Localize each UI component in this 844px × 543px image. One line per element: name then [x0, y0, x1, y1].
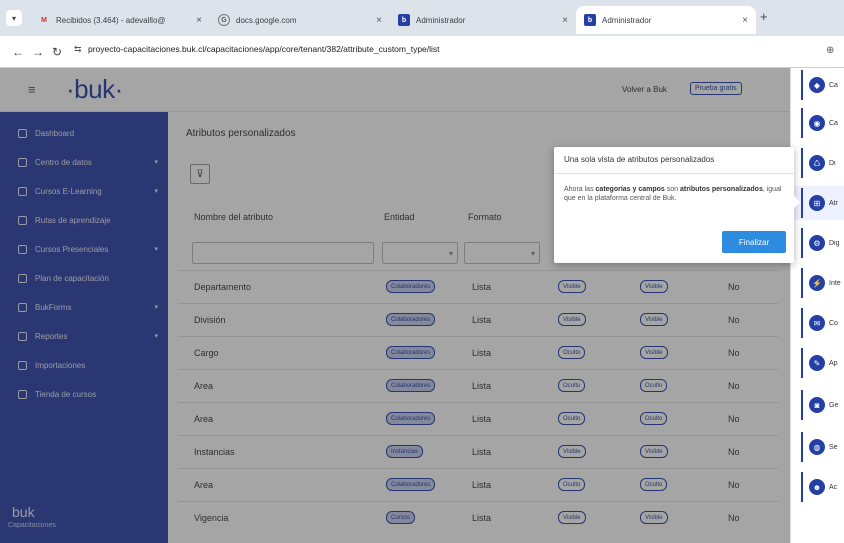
panel-item[interactable]: ◙ Ge — [801, 390, 844, 420]
panel-item[interactable]: ☻ Ac — [801, 472, 844, 502]
panel-item-label: Ca — [829, 81, 838, 89]
finalizar-button[interactable]: Finalizar — [722, 231, 786, 253]
panel-item[interactable]: ✎ Ap — [801, 348, 844, 378]
panel-item-label: Inte — [829, 279, 841, 287]
panel-item[interactable]: ⚙ Dig — [801, 228, 844, 258]
new-tab-icon[interactable]: + — [760, 9, 768, 24]
close-icon[interactable]: × — [562, 15, 568, 26]
panel-item[interactable]: ◍ Se — [801, 432, 844, 462]
divider — [801, 228, 803, 258]
divider — [801, 70, 803, 100]
address-bar: ← → ↻ ⇆ proyecto-capacitaciones.buk.cl/c… — [0, 36, 844, 68]
divider — [801, 432, 803, 462]
popover-text: son — [664, 186, 680, 193]
panel-item[interactable]: ⚡ Inte — [801, 268, 844, 298]
tab-label: Recibidos (3.464) - adevalllo@ — [56, 15, 166, 25]
divider — [801, 188, 803, 218]
gmail-icon: M — [41, 16, 47, 24]
tab-label: docs.google.com — [236, 15, 297, 25]
globe-icon: G — [218, 14, 230, 26]
close-icon[interactable]: × — [742, 15, 748, 26]
divider — [801, 268, 803, 298]
camera-icon: ◙ — [809, 397, 825, 413]
plug-icon: ⚡ — [809, 275, 825, 291]
url-field[interactable]: proyecto-capacitaciones.buk.cl/capacitac… — [88, 44, 440, 54]
reload-icon[interactable]: ↻ — [52, 45, 62, 59]
tab-label: Administrador — [602, 15, 652, 25]
onboarding-popover: Una sola vista de atributos personalizad… — [554, 147, 794, 263]
close-icon[interactable]: × — [196, 15, 202, 26]
tab-search-icon[interactable]: ▾ — [6, 10, 22, 26]
divider — [801, 472, 803, 502]
browser-tab-docs[interactable]: G docs.google.com × — [210, 6, 390, 34]
panel-item[interactable]: ◉ Ca — [801, 108, 844, 138]
panel-item-atributos[interactable]: ⊞ Atr — [801, 188, 844, 218]
panel-item[interactable]: ✉ Co — [801, 308, 844, 338]
grid-icon: ⊞ — [809, 195, 825, 211]
panel-item-label: Di — [829, 159, 836, 167]
globe-icon: ◍ — [809, 439, 825, 455]
back-icon[interactable]: ← — [12, 45, 24, 59]
forward-icon[interactable]: → — [32, 45, 44, 59]
panel-item-label: Atr — [829, 199, 838, 207]
popover-text: Ahora las — [564, 186, 596, 193]
panel-item-label: Dig — [829, 239, 840, 247]
tag-icon: ◆ — [809, 77, 825, 93]
browser-tab-admin-2[interactable]: b Administrador × — [576, 6, 756, 34]
panel-item[interactable]: ♺ Di — [801, 148, 844, 178]
recycle-icon: ♺ — [809, 155, 825, 171]
mail-icon: ✉ — [809, 315, 825, 331]
popover-bold-text: categorías y campos — [595, 186, 665, 193]
divider — [801, 390, 803, 420]
buk-favicon-icon: b — [584, 14, 596, 26]
panel-item-label: Ap — [829, 359, 838, 367]
divider — [554, 173, 794, 174]
onboarding-overlay — [0, 68, 790, 543]
popover-bold-text: atributos personalizados — [679, 186, 763, 193]
site-info-icon[interactable]: ⇆ — [74, 44, 82, 55]
gear-icon: ⚙ — [809, 235, 825, 251]
divider — [801, 308, 803, 338]
panel-item-label: Ge — [829, 401, 839, 409]
browser-tab-bar: ▾ M Recibidos (3.464) - adevalllo@ × G d… — [0, 0, 844, 36]
panel-item-label: Se — [829, 443, 838, 451]
popover-title: Una sola vista de atributos personalizad… — [564, 155, 715, 164]
panel-item-label: Ca — [829, 119, 838, 127]
user-icon: ☻ — [809, 479, 825, 495]
panel-item-label: Ac — [829, 483, 838, 491]
tab-label: Administrador — [416, 15, 466, 25]
panel-item[interactable]: ◆ Ca — [801, 70, 844, 100]
popover-body: Ahora las categorías y campos son atribu… — [564, 185, 782, 203]
divider — [801, 148, 803, 178]
divider — [801, 108, 803, 138]
browser-tab-admin-1[interactable]: b Administrador × — [390, 6, 576, 34]
browser-tab-gmail[interactable]: M Recibidos (3.464) - adevalllo@ × — [30, 6, 210, 34]
divider — [801, 348, 803, 378]
pencil-icon: ✎ — [809, 355, 825, 371]
eye-icon: ◉ — [809, 115, 825, 131]
panel-item-label: Co — [829, 319, 838, 327]
zoom-icon[interactable]: ⊕ — [826, 45, 834, 56]
settings-side-panel: ◆ Ca ◉ Ca ♺ Di ⊞ Atr ⚙ Dig ⚡ Inte ✉ Co ✎… — [790, 68, 844, 543]
close-icon[interactable]: × — [376, 15, 382, 26]
buk-favicon-icon: b — [398, 14, 410, 26]
popover-pointer — [794, 196, 800, 208]
